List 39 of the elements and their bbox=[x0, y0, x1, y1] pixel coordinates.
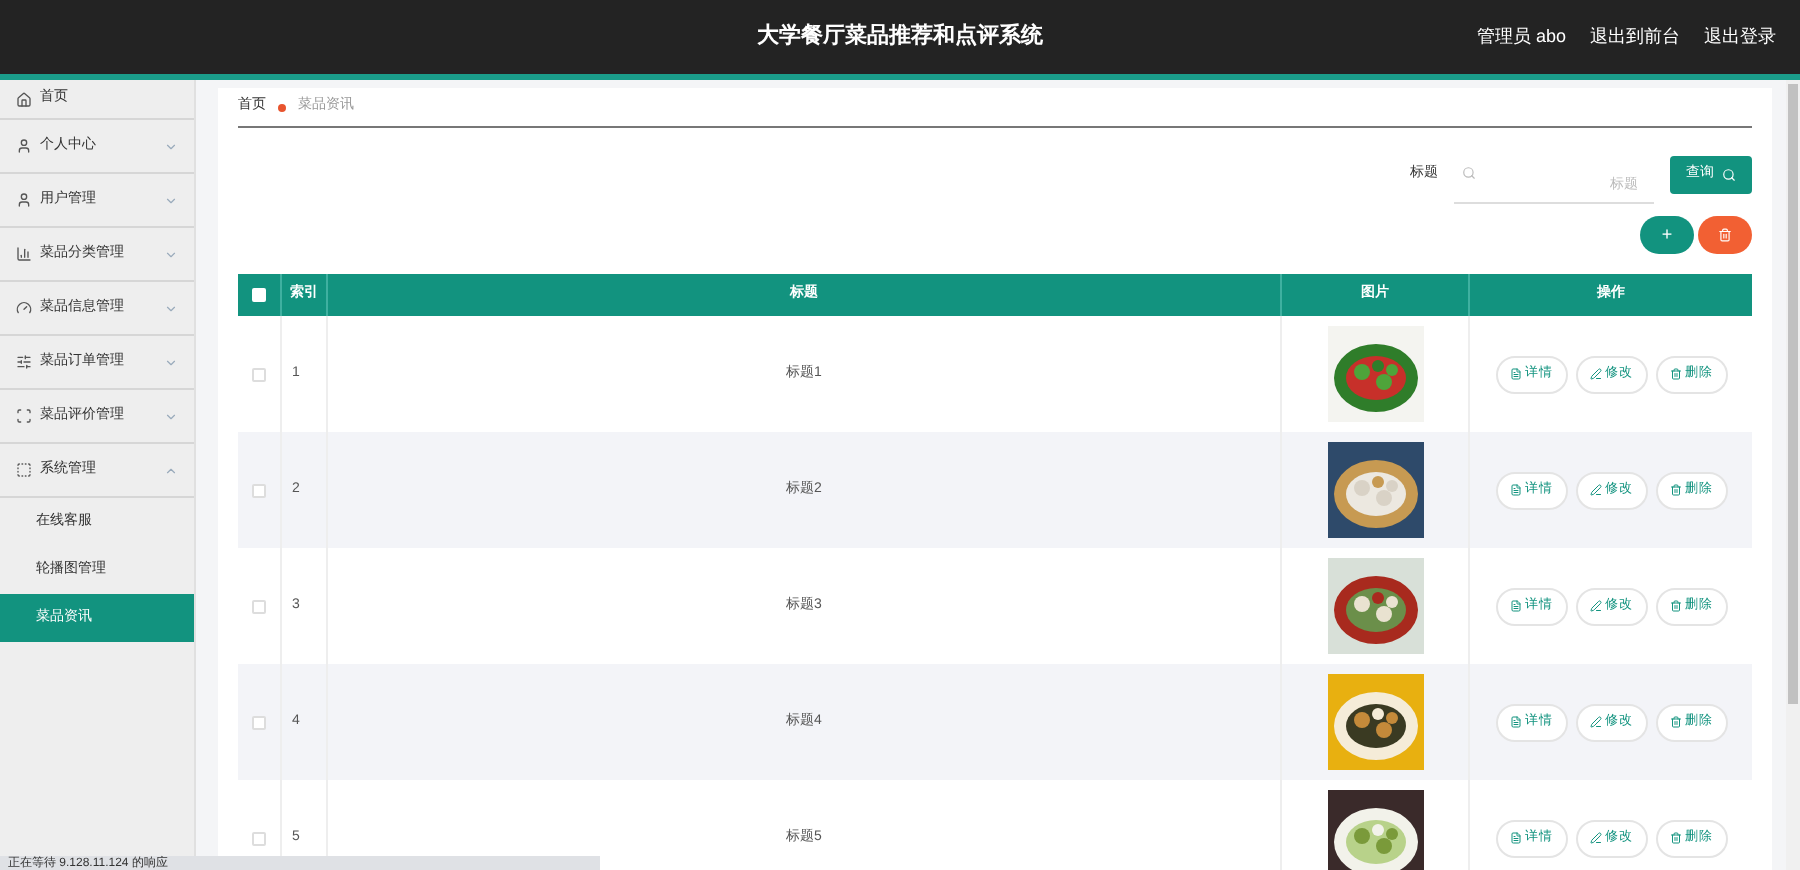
search-icon bbox=[1462, 166, 1476, 180]
breadcrumb-separator-icon bbox=[278, 103, 286, 111]
trash-icon bbox=[1669, 832, 1681, 844]
document-icon bbox=[1509, 832, 1521, 844]
app-title: 大学餐厅菜品推荐和点评系统 bbox=[755, 21, 1045, 53]
row-checkbox[interactable] bbox=[252, 483, 266, 497]
document-icon bbox=[1509, 716, 1521, 728]
document-icon bbox=[1509, 484, 1521, 496]
person-icon bbox=[16, 138, 32, 154]
pen-icon bbox=[1589, 600, 1601, 612]
header-link[interactable]: 管理员 abo bbox=[1476, 23, 1566, 51]
sliders-icon bbox=[16, 354, 32, 370]
header-link[interactable]: 退出到前台 bbox=[1590, 23, 1680, 51]
add-button[interactable]: + bbox=[1640, 216, 1694, 254]
row-checkbox[interactable] bbox=[252, 367, 266, 381]
header-link[interactable]: 退出登录 bbox=[1704, 23, 1776, 51]
pen-icon bbox=[1589, 484, 1601, 496]
gauge-icon bbox=[16, 300, 32, 316]
trash-icon bbox=[1669, 716, 1681, 728]
row-checkbox[interactable] bbox=[252, 715, 266, 729]
pen-icon bbox=[1589, 368, 1601, 380]
search-icon bbox=[1722, 167, 1736, 181]
person-icon bbox=[16, 192, 32, 208]
trash-icon bbox=[1669, 368, 1681, 380]
row-checkbox[interactable] bbox=[252, 831, 266, 845]
trash-icon bbox=[1669, 484, 1681, 496]
delete-button[interactable] bbox=[1698, 216, 1752, 254]
trash-icon bbox=[1669, 600, 1681, 612]
home-icon bbox=[16, 91, 32, 107]
square-icon bbox=[16, 462, 32, 478]
trash-icon bbox=[1718, 228, 1732, 242]
document-icon bbox=[1509, 600, 1521, 612]
frame-icon bbox=[16, 408, 32, 424]
bar-chart-icon bbox=[16, 246, 32, 262]
pen-icon bbox=[1589, 716, 1601, 728]
select-all-checkbox[interactable] bbox=[252, 288, 266, 302]
row-checkbox[interactable] bbox=[252, 599, 266, 613]
pen-icon bbox=[1589, 832, 1601, 844]
document-icon bbox=[1509, 368, 1521, 380]
